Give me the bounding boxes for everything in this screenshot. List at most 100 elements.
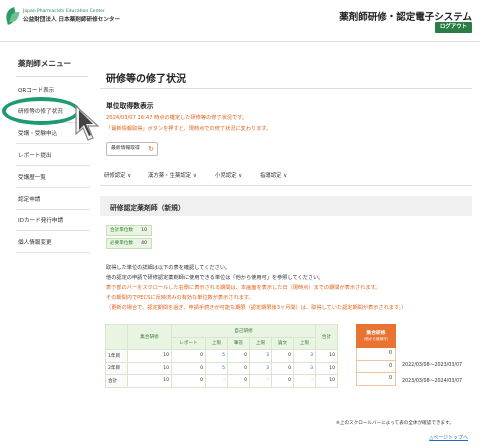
sidebar-divider <box>16 209 90 210</box>
table-row: 1年目 10 0 5 0 3 0 3 10 <box>105 349 338 363</box>
sidebar-item-report[interactable]: レポート提出 <box>18 151 52 159</box>
units-table: 集合研修 自己研修 合計 レポート 上限 筆答 上限 論文 上限 1年目 10 … <box>105 324 338 388</box>
page-top-link[interactable]: △ページトップへ <box>429 434 468 441</box>
other-usable-header-sub: (他から使用可) <box>363 337 389 341</box>
cell-limit: - <box>293 374 316 388</box>
required-units-box: 必要単位数 40 <box>106 238 152 249</box>
scroll-note: ※上のスクロールバーによって表の全体が確認できます。 <box>336 421 454 426</box>
cell-total: 10 <box>315 374 338 388</box>
sidebar-divider <box>16 230 90 231</box>
sidebar-item-application[interactable]: 受講・受験申込 <box>18 129 57 137</box>
filter-divider <box>100 185 472 186</box>
total-units-value: 10 <box>141 228 147 233</box>
refresh-button-label: 最新情報取得 <box>111 146 140 151</box>
info-text: （更新の場合で、認定期間を過ぎ、申請手続きが可能な期限（認定期限後3ヶ月間）は、… <box>106 305 407 311</box>
row-label: 合計 <box>105 374 128 388</box>
other-usable-cell: 0 <box>356 348 396 361</box>
cell-limit: 3 <box>293 361 316 375</box>
col-header-limit: 上限 <box>205 336 228 350</box>
info-text: その期間内でPECSに反映済みの有効な単位数が表示されます。 <box>106 295 254 301</box>
org-name-jp: 公益財団法人 日本薬剤師研修センター <box>23 17 121 23</box>
col-header-self: 自己研修 <box>171 324 316 338</box>
other-usable-cell: 0 <box>356 373 396 386</box>
units-table-wrapper[interactable]: 集合研修 自己研修 合計 レポート 上限 筆答 上限 論文 上限 1年目 10 … <box>105 324 338 388</box>
cell-limit: 3 <box>249 361 272 375</box>
row-label: 1年目 <box>105 349 128 363</box>
org-logo[interactable]: Japan Pharmacists Education Center 公益財団法… <box>4 6 120 26</box>
table-row: 2年目 10 0 5 0 3 0 3 10 <box>105 361 338 375</box>
cell-limit: 3 <box>293 349 316 363</box>
cell-limit: - <box>249 374 272 388</box>
org-name-en: Japan Pharmacists Education Center <box>23 9 105 14</box>
cell-limit: 5 <box>205 361 228 375</box>
title-divider <box>100 88 472 89</box>
cursor-arrow-icon <box>75 104 100 141</box>
cell-report: 0 <box>171 361 206 375</box>
other-usable-header: 集合研修 (他から使用可) <box>356 324 396 348</box>
col-header-limit: 上限 <box>293 336 316 350</box>
other-usable-cell: 0 <box>356 360 396 373</box>
cell-test: 0 <box>227 361 250 375</box>
required-units-label: 必要単位数 <box>110 241 133 246</box>
other-usable-column: 0 0 0 <box>356 348 396 386</box>
period-text: 2022/03/08〜2023/03/07 <box>402 363 463 368</box>
cell-total: 10 <box>315 361 338 375</box>
cell-group: 10 <box>127 361 172 375</box>
notice-text: 「最新情報取得」ボタンを押すと、現時点での修了状況に変わります。 <box>106 126 272 132</box>
sidebar-item-qr-code[interactable]: QRコード表示 <box>18 86 54 94</box>
info-text: 取得した単位の詳細は以下の表を確認してください。 <box>106 265 231 271</box>
cell-report: 0 <box>171 374 206 388</box>
table-corner <box>105 324 128 350</box>
cell-total: 10 <box>315 349 338 363</box>
cell-group: 10 <box>127 374 172 388</box>
cell-paper: 0 <box>271 349 294 363</box>
cell-paper: 0 <box>271 361 294 375</box>
refresh-button[interactable]: 最新情報取得 ↻ <box>106 142 158 156</box>
filter-training-cert[interactable]: 研修認定 ∨ <box>104 171 131 179</box>
sidebar: 薬剤師メニュー <box>0 58 90 77</box>
col-header-report: レポート <box>171 336 206 350</box>
sidebar-item-certification[interactable]: 認定申請 <box>18 195 40 203</box>
sidebar-item-personal-info[interactable]: 個人情報変更 <box>18 238 52 246</box>
info-text: 表下部のバーをスクロールした右側に表示される期間は、本画面を表示した日（現時点）… <box>106 285 381 291</box>
section-header: 研修認定薬剤師（新規） <box>100 196 472 216</box>
cell-test: 0 <box>227 374 250 388</box>
leaf-logo-icon <box>4 6 20 26</box>
filter-instructor-cert[interactable]: 指導認定 ∨ <box>260 171 287 179</box>
cell-limit: - <box>205 374 228 388</box>
sidebar-divider <box>16 252 90 253</box>
row-label: 2年目 <box>105 361 128 375</box>
filter-kampo-cert[interactable]: 漢方薬・生薬認定 ∨ <box>148 171 197 179</box>
total-units-label: 合計単位数 <box>110 228 133 233</box>
col-header-test: 筆答 <box>227 336 250 350</box>
cell-limit: 5 <box>205 349 228 363</box>
cell-paper: 0 <box>271 374 294 388</box>
col-header-group: 集合研修 <box>127 324 172 350</box>
col-header-paper: 論文 <box>271 336 294 350</box>
required-units-value: 40 <box>141 241 147 246</box>
highlight-ellipse <box>2 97 80 125</box>
cell-group: 10 <box>127 349 172 363</box>
cell-report: 0 <box>171 349 206 363</box>
logout-button[interactable]: ログアウト <box>435 22 472 33</box>
section-title: 研修認定薬剤師（新規） <box>110 204 185 212</box>
cell-test: 0 <box>227 349 250 363</box>
period-text: 2023/03/08〜2024/03/07 <box>402 379 463 384</box>
sidebar-item-id-card[interactable]: IDカード発行申請 <box>18 216 63 224</box>
sidebar-item-history[interactable]: 受講歴一覧 <box>18 173 46 181</box>
sidebar-title: 薬剤師メニュー <box>18 59 72 68</box>
cell-limit: 3 <box>249 349 272 363</box>
page-title: 研修等の修了状況 <box>106 74 186 85</box>
unit-section-title: 単位取得数表示 <box>106 102 154 110</box>
col-header-total: 合計 <box>315 324 338 350</box>
info-text: 他の認定の申請で研修認定薬剤師に使用できる単位は「他から使用可」を参照してくださ… <box>106 275 324 281</box>
notice-text: 2024/03/07 16:47 時点の確定した研修等の修了状況です。 <box>106 115 248 121</box>
total-units-box: 合計単位数 10 <box>106 225 152 236</box>
table-row: 合計 10 0 - 0 - 0 - 10 <box>105 374 338 388</box>
other-usable-header-label: 集合研修 <box>366 331 386 336</box>
sidebar-divider <box>16 165 90 166</box>
sidebar-divider <box>16 76 88 77</box>
header: Japan Pharmacists Education Center 公益財団法… <box>0 0 480 42</box>
sidebar-divider <box>16 187 90 188</box>
filter-pediatric-cert[interactable]: 小児認定 ∨ <box>215 171 242 179</box>
